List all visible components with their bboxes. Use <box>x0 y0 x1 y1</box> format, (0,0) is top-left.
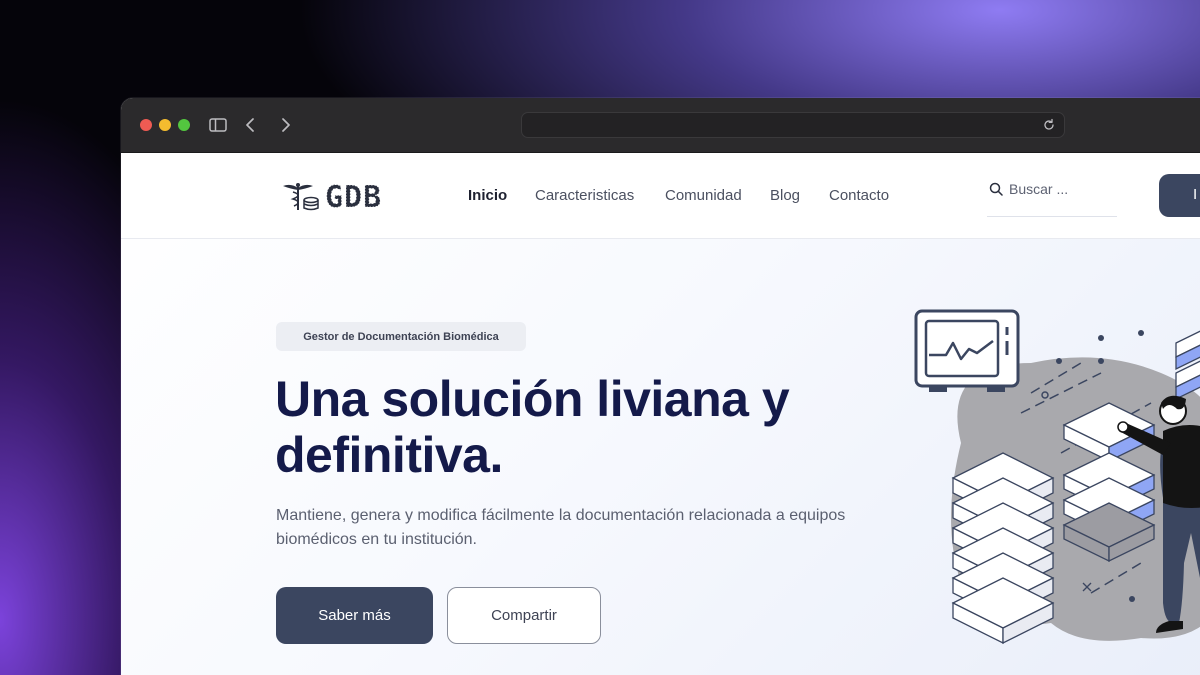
site-header: GDB Inicio Caracteristicas Comunidad Blo… <box>121 153 1200 239</box>
nav-link-contacto[interactable]: Contacto <box>829 187 889 204</box>
close-window-button[interactable] <box>140 119 152 131</box>
saber-mas-button[interactable]: Saber más <box>276 587 433 644</box>
maximize-window-button[interactable] <box>178 119 190 131</box>
hero-headline: Una solución liviana y definitiva. <box>275 371 790 483</box>
caduceus-icon <box>283 183 319 211</box>
reload-icon[interactable] <box>1042 118 1056 132</box>
hero-badge: Gestor de Documentación Biomédica <box>276 322 526 351</box>
server-stack-left <box>951 452 1055 645</box>
nav-link-blog[interactable]: Blog <box>770 187 800 204</box>
nav-link-caracteristicas[interactable]: Caracteristicas <box>535 187 634 204</box>
search-box[interactable] <box>987 177 1117 217</box>
minimize-window-button[interactable] <box>159 119 171 131</box>
browser-titlebar <box>121 98 1200 153</box>
nav-link-comunidad[interactable]: Comunidad <box>665 187 742 204</box>
web-page: GDB Inicio Caracteristicas Comunidad Blo… <box>121 153 1200 675</box>
forward-icon[interactable] <box>275 115 295 135</box>
search-icon <box>989 182 1003 196</box>
hero-description: Mantiene, genera y modifica fácilmente l… <box>276 507 846 548</box>
search-input[interactable] <box>1009 177 1113 201</box>
login-button[interactable]: I <box>1159 174 1200 217</box>
browser-window: GDB Inicio Caracteristicas Comunidad Blo… <box>121 98 1200 675</box>
monitor-icon <box>914 309 1020 392</box>
server-stack-right <box>1175 330 1200 401</box>
site-logo[interactable]: GDB <box>281 180 401 212</box>
logo-text: GDB <box>325 180 382 212</box>
back-icon[interactable] <box>241 115 261 135</box>
hero-illustration <box>914 309 1200 645</box>
server-stack-center <box>1062 402 1156 563</box>
compartir-button[interactable]: Compartir <box>447 587 601 644</box>
sidebar-icon[interactable] <box>208 115 228 135</box>
address-bar[interactable] <box>521 112 1065 138</box>
nav-link-inicio[interactable]: Inicio <box>468 187 507 204</box>
